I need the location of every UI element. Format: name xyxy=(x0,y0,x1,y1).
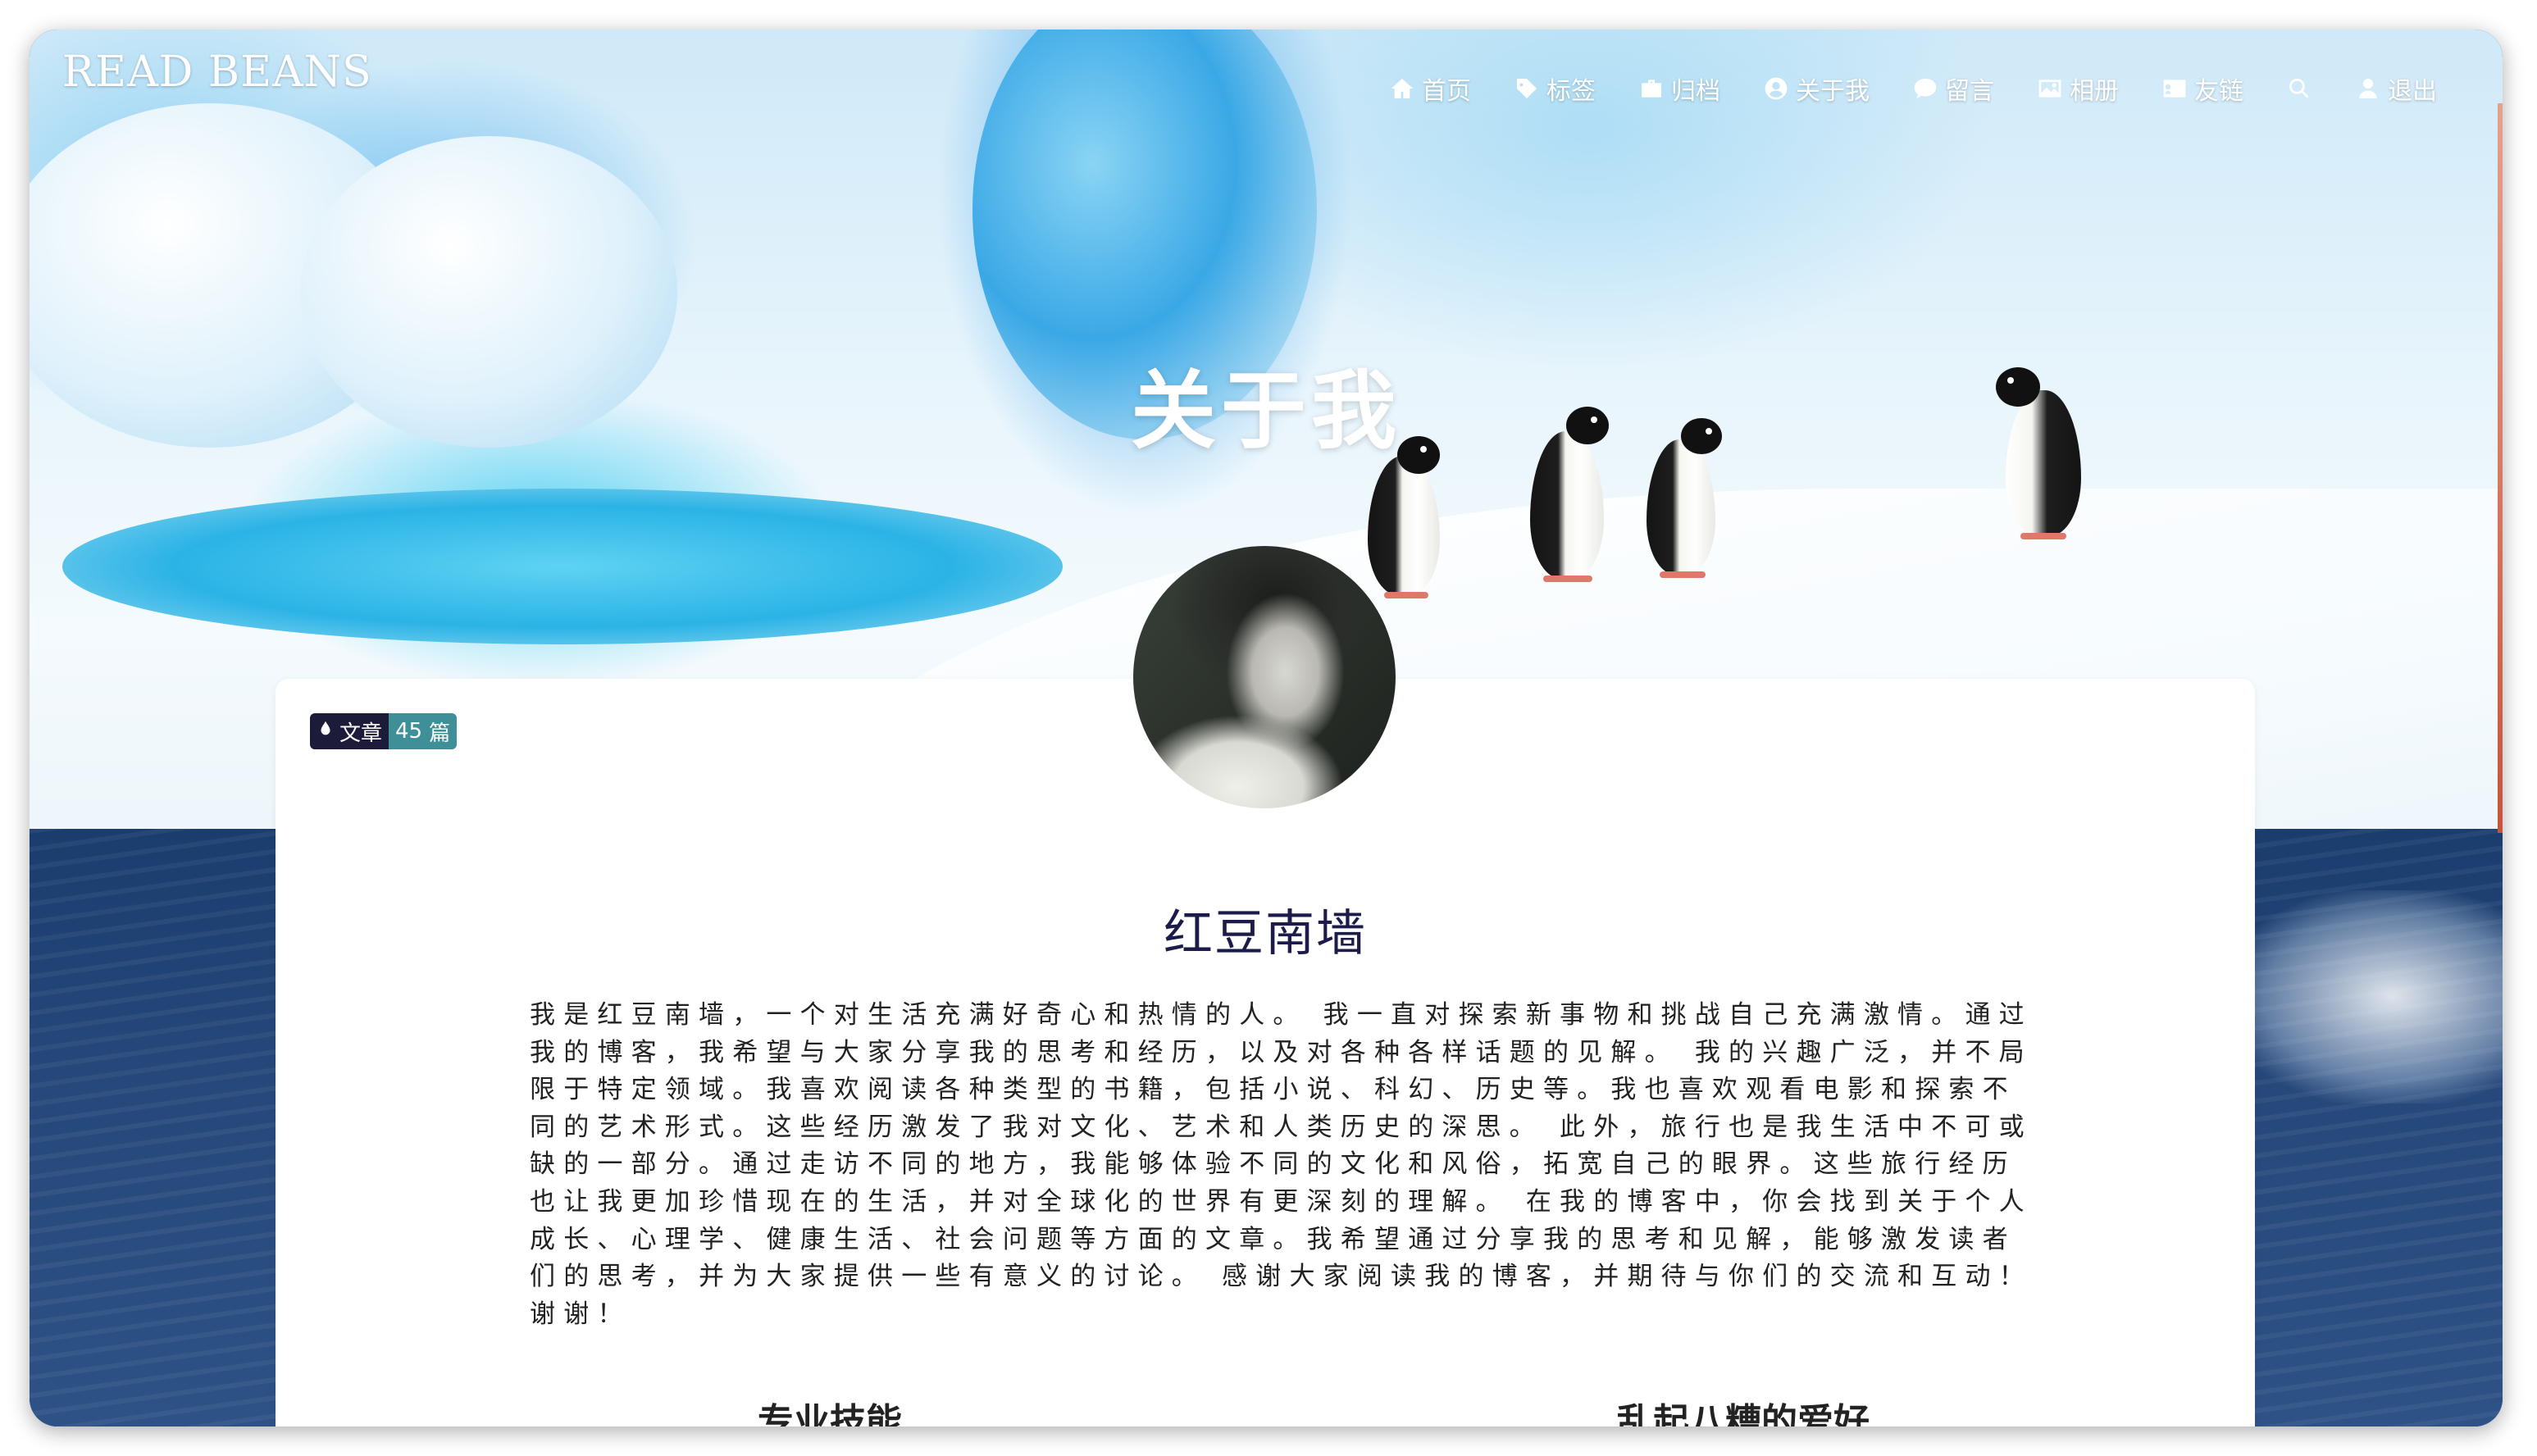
avatar[interactable] xyxy=(1133,546,1396,808)
author-bio: 我是红豆南墙，一个对生活充满好奇心和热情的人。 我一直对探索新事物和挑战自己充满… xyxy=(530,1000,2033,1329)
penguin-feet xyxy=(1660,571,1706,578)
nav-label: 归档 xyxy=(1671,77,1720,106)
site-logo[interactable]: READ BEANS xyxy=(62,48,372,97)
nav-item-home[interactable]: 首页 xyxy=(1389,71,1471,107)
section-title-skills: 专业技能 xyxy=(758,1401,902,1426)
nav-item-about[interactable]: 关于我 xyxy=(1763,71,1870,107)
page-title: 关于我 xyxy=(1130,361,1401,461)
article-count-badge[interactable]: 文章 45 篇 xyxy=(310,713,458,749)
nav-item-messages[interactable]: 留言 xyxy=(1912,71,1994,107)
author-name: 红豆南墙 xyxy=(1164,905,1367,962)
user-circle-icon xyxy=(1763,75,1789,102)
search-icon xyxy=(2286,75,2312,102)
meltwater-pool xyxy=(62,489,1063,644)
nav-label: 退出 xyxy=(2388,77,2437,106)
section-title-hobbies: 乱起八糟的爱好 xyxy=(1617,1401,1870,1426)
penguin-feet xyxy=(2020,533,2066,539)
nav-label: 关于我 xyxy=(1796,77,1870,106)
user-icon xyxy=(2355,75,2381,102)
water-drop-icon xyxy=(317,719,335,744)
penguin-figure xyxy=(1368,436,1440,598)
briefcase-icon xyxy=(1638,75,1665,102)
badge-count: 45 xyxy=(395,719,423,744)
badge-count-part: 45 篇 xyxy=(389,713,458,749)
nav-item-album[interactable]: 相册 xyxy=(2037,71,2119,107)
badge-label-part: 文章 xyxy=(310,713,389,749)
nav-item-tags[interactable]: 标签 xyxy=(1514,71,1596,107)
id-card-icon xyxy=(2161,75,2188,102)
nav-item-search[interactable] xyxy=(2286,75,2312,102)
badge-unit: 篇 xyxy=(429,721,451,746)
badge-label: 文章 xyxy=(339,721,383,746)
scroll-edge-accent xyxy=(2498,103,2503,833)
sea-foam xyxy=(2227,890,2503,1103)
comment-icon xyxy=(1912,75,1938,102)
penguin-feet xyxy=(1543,576,1592,582)
browser-frame: READ BEANS 首页 标签 归档 关于我 留言 相册 友链 退出 关于我 … xyxy=(30,30,2503,1426)
penguin-body xyxy=(1368,456,1440,595)
nav-label: 友链 xyxy=(2194,77,2243,106)
nav-label: 标签 xyxy=(1546,77,1596,106)
nav-label: 相册 xyxy=(2070,77,2119,106)
image-icon xyxy=(2037,75,2063,102)
nav-item-links[interactable]: 友链 xyxy=(2161,71,2243,107)
tag-icon xyxy=(1514,75,1540,102)
nav-item-logout[interactable]: 退出 xyxy=(2355,71,2437,107)
home-icon xyxy=(1389,75,1415,102)
nav-item-archive[interactable]: 归档 xyxy=(1638,71,1720,107)
nav-label: 留言 xyxy=(1945,77,1994,106)
penguin-feet xyxy=(1384,592,1428,598)
top-nav: 首页 标签 归档 关于我 留言 相册 友链 退出 xyxy=(1346,66,2437,111)
nav-label: 首页 xyxy=(1422,77,1471,106)
